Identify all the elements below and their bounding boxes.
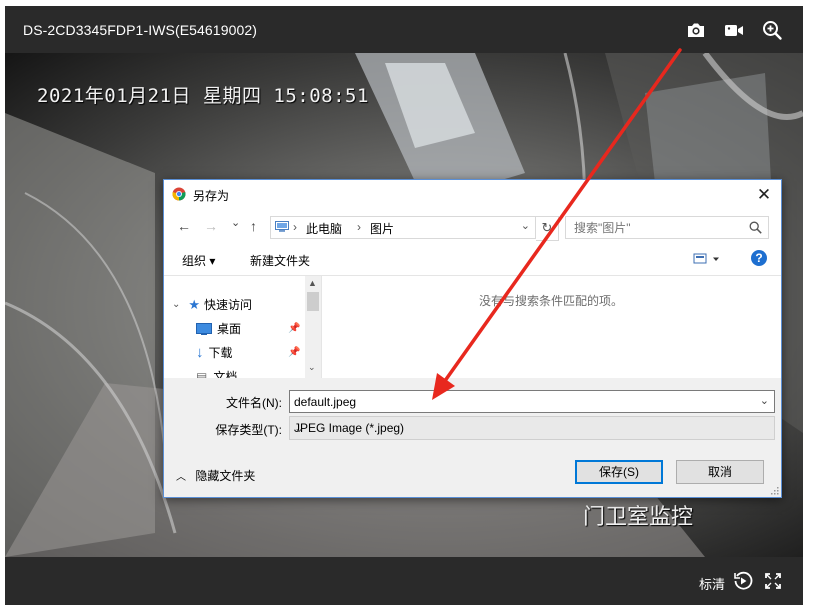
forward-button[interactable]: → [204, 218, 218, 234]
chevron-down-icon[interactable]: ⌄ [760, 394, 769, 407]
scrollbar-thumb[interactable] [307, 292, 319, 311]
playback-icon[interactable] [733, 571, 753, 591]
nav-pane-scrollbar[interactable]: ▲ ⌄ [305, 276, 321, 378]
quality-selector[interactable]: 标清 [699, 574, 725, 593]
address-bar[interactable]: › 此电脑 › 图片 ⌄ [270, 216, 536, 239]
refresh-icon: ↻ [541, 220, 553, 235]
navigation-pane: ⌄ ★ 快速访问 桌面 📌 ↓ 下载 📌 ▤ 文档 [164, 276, 322, 378]
document-icon: ▤ [196, 369, 208, 379]
breadcrumb-this-pc[interactable]: 此电脑 [306, 220, 342, 237]
save-button[interactable]: 保存(S) [575, 460, 663, 484]
up-button[interactable]: ↑ [250, 218, 257, 234]
close-button[interactable]: ✕ [747, 180, 781, 209]
expand-chevron-icon: ⌄ [172, 299, 181, 310]
video-record-icon[interactable] [723, 19, 745, 41]
help-button[interactable]: ? [751, 250, 767, 266]
nav-item-documents[interactable]: ▤ 文档 [196, 368, 238, 379]
close-icon: ✕ [756, 184, 772, 204]
osd-camera-label: 门卫室监控 [583, 505, 694, 530]
dialog-toolbar: 组织 ▾ 新建文件夹 ? [164, 243, 781, 276]
camera-title: DS-2CD3345FDP1-IWS(E54619002) [23, 22, 258, 38]
fullscreen-icon[interactable] [763, 571, 783, 591]
address-dropdown-icon[interactable]: ⌄ [521, 219, 530, 232]
nav-item-desktop[interactable]: 桌面 📌 [196, 320, 300, 337]
recent-locations-button[interactable]: ⌄ [231, 216, 240, 229]
star-icon: ★ [188, 296, 201, 312]
hide-folders-toggle[interactable]: ︿ 隐藏文件夹 [176, 467, 255, 484]
navigation-row: ← → ⌄ ↑ › 此电脑 › 图片 ⌄ ↻ [164, 209, 781, 243]
pin-icon: 📌 [288, 347, 301, 358]
nav-item-downloads[interactable]: ↓ 下载 📌 [196, 344, 300, 361]
nav-item-label: 桌面 [217, 322, 242, 336]
organize-menu[interactable]: 组织 ▾ [182, 252, 215, 269]
dialog-title: 另存为 [193, 189, 230, 203]
chrome-icon [172, 187, 186, 201]
zoom-in-icon[interactable] [761, 19, 783, 41]
chevron-up-icon: ︿ [176, 472, 186, 483]
search-box[interactable] [565, 216, 769, 239]
nav-item-label: 下载 [208, 346, 233, 360]
top-toolbar [685, 19, 783, 41]
quick-access-label: 快速访问 [204, 298, 253, 312]
scroll-up-icon[interactable]: ▲ [308, 278, 317, 288]
change-view-icon[interactable] [693, 251, 721, 267]
filename-field[interactable]: ⌄ [289, 390, 775, 413]
osd-timestamp: 2021年01月21日 星期四 15:08:51 [37, 85, 369, 107]
filetype-select[interactable]: JPEG Image (*.jpeg) ⌄ [289, 416, 775, 440]
resize-grip-icon[interactable] [771, 487, 779, 495]
refresh-button[interactable]: ↻ [536, 216, 559, 241]
player-top-bar: DS-2CD3345FDP1-IWS(E54619002) [5, 6, 803, 53]
camera-snapshot-icon[interactable] [685, 19, 707, 41]
breadcrumb-separator: › [293, 220, 297, 234]
save-as-dialog: 另存为 ✕ ← → ⌄ ↑ › 此电脑 › 图片 ⌄ ↻ 搜索"图片" 组织 ▾… [163, 179, 782, 498]
filename-input[interactable] [290, 391, 738, 412]
filetype-label: 保存类型(T): [215, 423, 282, 437]
search-input[interactable] [566, 217, 752, 238]
breadcrumb-pictures[interactable]: 图片 [370, 220, 394, 237]
filename-label: 文件名(N): [226, 396, 282, 410]
desktop-icon [196, 322, 212, 335]
dialog-title-bar: 另存为 ✕ [164, 180, 781, 209]
hide-folders-label: 隐藏文件夹 [195, 469, 256, 483]
cancel-button[interactable]: 取消 [676, 460, 764, 484]
file-list-area[interactable]: 没有与搜索条件匹配的项。 [322, 276, 781, 378]
scroll-down-icon[interactable]: ⌄ [308, 362, 316, 373]
new-folder-button[interactable]: 新建文件夹 [250, 252, 310, 269]
quick-access-item[interactable]: ⌄ ★ 快速访问 [172, 296, 252, 313]
chevron-down-icon[interactable]: ⌄ [294, 421, 769, 435]
back-button[interactable]: ← [177, 218, 191, 234]
download-arrow-icon: ↓ [196, 344, 204, 361]
this-pc-icon [275, 221, 289, 232]
pin-icon: 📌 [288, 323, 301, 334]
player-bottom-bar: 标清 [5, 557, 803, 605]
breadcrumb-separator: › [357, 220, 361, 234]
nav-item-label: 文档 [213, 370, 238, 378]
search-icon [749, 221, 762, 234]
empty-search-message: 没有与搜索条件匹配的项。 [479, 294, 624, 308]
